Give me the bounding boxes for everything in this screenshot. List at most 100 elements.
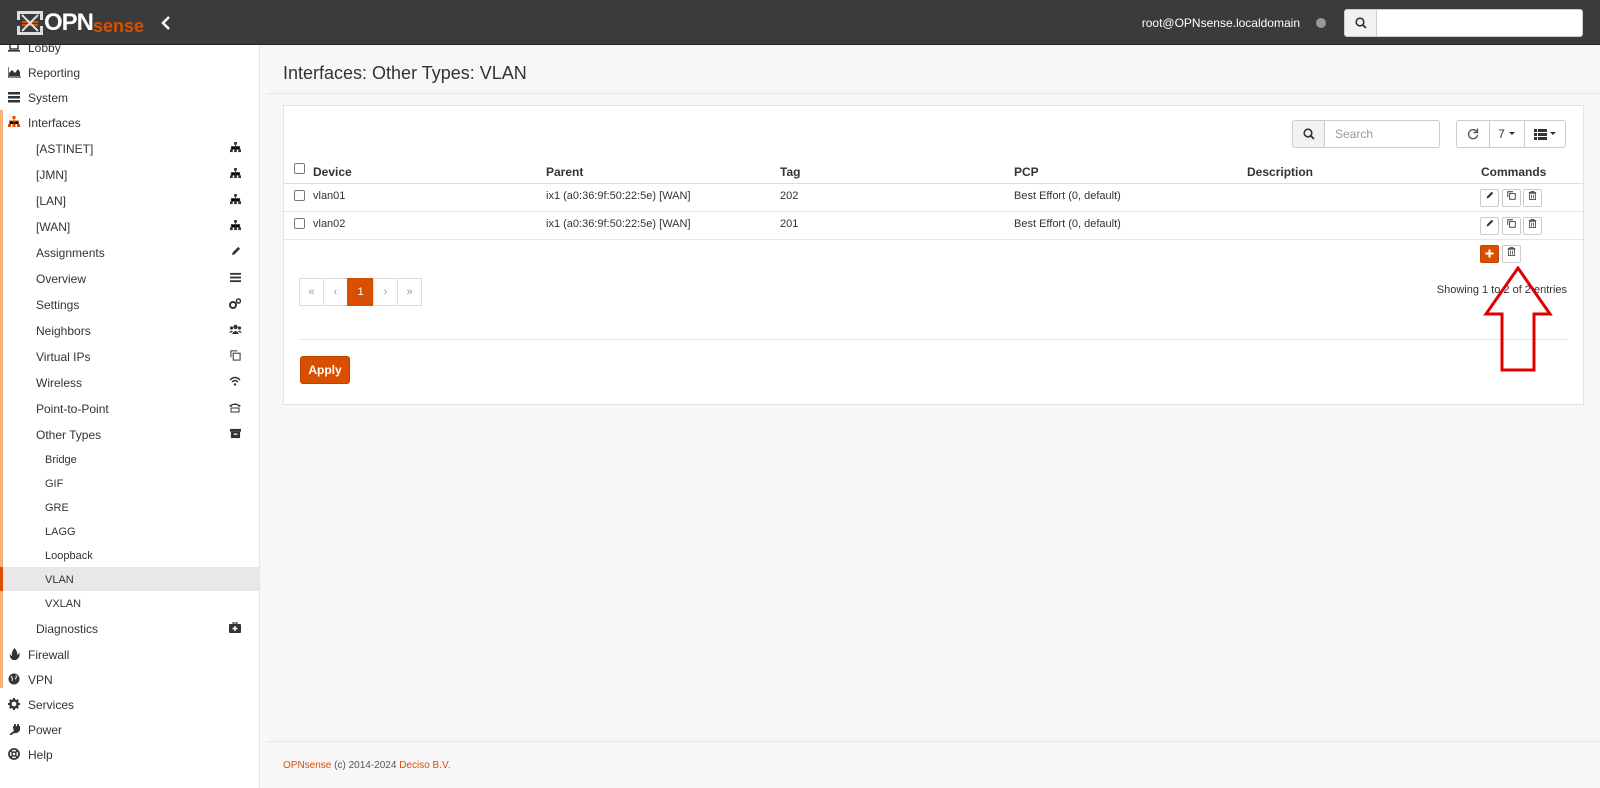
apply-button[interactable]: Apply	[300, 356, 350, 384]
trash-icon	[1528, 219, 1537, 228]
footer-company-link[interactable]: Deciso B.V.	[399, 760, 450, 771]
clone-icon	[228, 350, 242, 364]
page-1-button[interactable]: 1	[347, 278, 374, 306]
sidebar-item-system[interactable]: System	[0, 85, 259, 111]
grid-search-button[interactable]	[1292, 120, 1325, 148]
plus-icon	[1485, 249, 1494, 258]
top-search-input[interactable]	[1376, 9, 1583, 37]
sidebar-item-power[interactable]: Power	[0, 717, 259, 743]
wifi-icon	[228, 376, 242, 390]
sidebar-item-interfaces[interactable]: Interfaces	[0, 110, 259, 136]
sidebar-item-vpn[interactable]: VPN	[0, 667, 259, 693]
status-indicator-icon	[1316, 18, 1326, 28]
sidebar-item-reporting[interactable]: Reporting	[0, 60, 259, 86]
clone-button[interactable]	[1502, 189, 1521, 207]
grid-search-input[interactable]	[1324, 120, 1440, 148]
sidebar-item-vlan[interactable]: VLAN	[0, 567, 259, 591]
sidebar-item-lagg[interactable]: LAGG	[0, 519, 259, 543]
parent-cell: ix1 (a0:36:9f:50:22:5e) [WAN]	[546, 190, 691, 202]
edit-button[interactable]	[1480, 189, 1499, 207]
sidebar-item-wireless[interactable]: Wireless	[0, 370, 259, 396]
sidebar-item-gre[interactable]: GRE	[0, 495, 259, 519]
pcp-cell: Best Effort (0, default)	[1014, 190, 1121, 202]
edit-button[interactable]	[1480, 217, 1499, 235]
footer-copyright: (c) 2014-2024	[331, 760, 400, 771]
sidebar-item-other-types[interactable]: Other Types	[0, 422, 259, 448]
sidebar-item-neighbors[interactable]: Neighbors	[0, 318, 259, 344]
sidebar-item-settings[interactable]: Settings	[0, 292, 259, 318]
first-page-button[interactable]: «	[299, 278, 324, 306]
caret-down-icon	[1549, 132, 1556, 135]
delete-button[interactable]	[1523, 217, 1542, 235]
clone-button[interactable]	[1502, 217, 1521, 235]
refresh-icon	[1467, 128, 1479, 140]
select-all-checkbox[interactable]	[294, 163, 305, 174]
column-header-commands: Commands	[1481, 165, 1547, 179]
area-chart-icon	[6, 66, 21, 80]
user-menu[interactable]: root@OPNsense.localdomain	[1142, 16, 1300, 30]
sidebar-item-firewall[interactable]: Firewall	[0, 642, 259, 668]
sidebar-item-astinet[interactable]: [ASTINET]	[0, 136, 259, 162]
table-row[interactable]: vlan01 ix1 (a0:36:9f:50:22:5e) [WAN] 202…	[284, 184, 1583, 212]
top-search-button[interactable]	[1344, 9, 1377, 37]
logo-mark-icon	[17, 11, 43, 35]
main-content: Interfaces: Other Types: VLAN 7 Device P…	[267, 45, 1600, 788]
logo-text-primary: OPN	[44, 9, 94, 36]
sidebar-item-overview[interactable]: Overview	[0, 266, 259, 292]
top-bar: OPN sense root@OPNsense.localdomain	[0, 0, 1600, 45]
table-row[interactable]: vlan02 ix1 (a0:36:9f:50:22:5e) [WAN] 201…	[284, 212, 1583, 240]
sidebar-item-lan[interactable]: [LAN]	[0, 188, 259, 214]
sidebar-item-diagnostics[interactable]: Diagnostics	[0, 616, 259, 642]
row-checkbox[interactable]	[294, 218, 305, 229]
column-header-tag[interactable]: Tag	[780, 165, 800, 179]
sidebar-item-loopback[interactable]: Loopback	[0, 543, 259, 567]
column-header-parent[interactable]: Parent	[546, 165, 583, 179]
laptop-icon	[7, 45, 21, 55]
tag-cell: 202	[780, 190, 799, 202]
column-header-description[interactable]: Description	[1247, 165, 1313, 179]
search-icon	[1302, 128, 1315, 140]
sidebar-item-assignments[interactable]: Assignments	[0, 240, 259, 266]
column-selector-dropdown[interactable]	[1524, 120, 1566, 148]
column-header-device[interactable]: Device	[313, 165, 352, 179]
column-header-pcp[interactable]: PCP	[1014, 165, 1039, 179]
sidebar-item-lobby[interactable]: Lobby	[0, 45, 259, 61]
row-count-dropdown[interactable]: 7	[1489, 120, 1525, 148]
pagination: « ‹ 1 › »	[299, 278, 422, 306]
gear-icon	[7, 698, 21, 712]
sidebar: Lobby Reporting System Interfaces [ASTIN…	[0, 45, 260, 788]
sidebar-item-services[interactable]: Services	[0, 692, 259, 718]
globe-icon	[7, 673, 21, 687]
last-page-button[interactable]: »	[397, 278, 422, 306]
sidebar-item-help[interactable]: Help	[0, 742, 259, 768]
device-cell: vlan01	[313, 190, 346, 202]
parent-cell: ix1 (a0:36:9f:50:22:5e) [WAN]	[546, 218, 691, 230]
title-divider	[267, 93, 1600, 94]
row-checkbox[interactable]	[294, 190, 305, 201]
fire-icon	[7, 648, 21, 662]
archive-icon	[228, 428, 242, 442]
sidebar-item-vxlan[interactable]: VXLAN	[0, 591, 259, 615]
opnsense-logo[interactable]: OPN sense	[16, 9, 144, 36]
sidebar-item-bridge[interactable]: Bridge	[0, 447, 259, 471]
sidebar-item-wan[interactable]: [WAN]	[0, 214, 259, 240]
sidebar-item-jmn[interactable]: [JMN]	[0, 162, 259, 188]
prev-page-button[interactable]: ‹	[323, 278, 348, 306]
footer-brand-link[interactable]: OPNsense	[283, 760, 331, 771]
delete-selected-button[interactable]	[1502, 245, 1521, 263]
pcp-cell: Best Effort (0, default)	[1014, 218, 1121, 230]
sitemap-icon	[228, 194, 242, 208]
add-button[interactable]	[1480, 245, 1499, 263]
next-page-button[interactable]: ›	[373, 278, 398, 306]
caret-down-icon	[1508, 132, 1515, 135]
trash-icon	[1507, 247, 1516, 256]
refresh-button[interactable]	[1456, 120, 1490, 148]
footer: OPNsense (c) 2014-2024 Deciso B.V.	[283, 760, 451, 771]
sidebar-item-gif[interactable]: GIF	[0, 471, 259, 495]
row-count-value: 7	[1498, 127, 1505, 141]
delete-button[interactable]	[1523, 189, 1542, 207]
sidebar-collapse-button[interactable]	[160, 14, 176, 32]
sidebar-item-virtual-ips[interactable]: Virtual IPs	[0, 344, 259, 370]
annotation-arrow-icon	[1483, 266, 1553, 372]
sidebar-item-point-to-point[interactable]: Point-to-Point	[0, 396, 259, 422]
